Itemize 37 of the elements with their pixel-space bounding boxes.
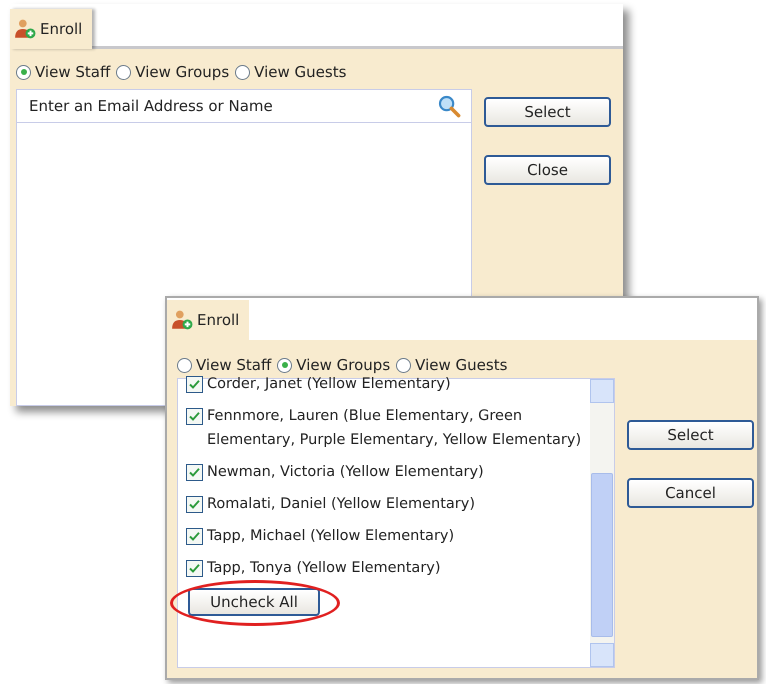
uncheck-all-button[interactable]: Uncheck All [188,588,320,616]
checkbox[interactable] [186,408,203,425]
radio-button[interactable] [116,64,132,80]
member-name: Fennmore, Lauren (Blue Elementary, Green Elementary, Purple Elementary, Yellow Elementary) [207,407,582,450]
search-field[interactable]: Enter an Email Address or Name [27,96,437,116]
member-name: Corder, Janet (Yellow Elementary) [207,375,452,394]
member-name: Newman, Victoria (Yellow Elementary) [207,463,485,482]
radio-button[interactable] [235,64,250,80]
radio-option[interactable]: View Guests [235,63,346,81]
checkbox[interactable] [186,464,203,481]
radio-option[interactable]: View Guests [396,356,508,374]
dialog-button[interactable]: Close [484,155,611,185]
user-add-icon [14,18,36,40]
tab[interactable]: Enroll [167,300,250,340]
radio-button[interactable] [396,358,412,372]
member-name: Romalati, Daniel (Yellow Elementary) [207,495,476,514]
radio-option[interactable]: View Groups [277,356,390,374]
radio-button[interactable] [177,358,192,372]
radio-option[interactable]: View Staff [16,63,110,81]
radio-button[interactable] [16,64,31,80]
user-add-icon [171,309,193,331]
member-name: Tapp, Tonya (Yellow Elementary) [207,559,442,578]
scrollbar[interactable] [590,379,614,667]
dialog-button[interactable]: Select [484,97,611,127]
checkbox[interactable] [186,560,203,577]
radio-option[interactable]: View Staff [177,356,272,374]
checkbox[interactable] [186,376,203,393]
scrollbar-thumb[interactable] [591,473,613,637]
radio-button[interactable] [277,358,292,372]
member-name: Tapp, Michael (Yellow Elementary) [207,527,456,546]
checkbox[interactable] [186,528,203,545]
radio-option[interactable]: View Groups [116,63,230,81]
tab[interactable]: Enroll [10,9,92,49]
checkbox[interactable] [186,496,203,513]
dialog-button[interactable]: Cancel [627,478,754,508]
dialog-button[interactable]: Select [627,420,754,450]
search-icon [437,94,461,118]
